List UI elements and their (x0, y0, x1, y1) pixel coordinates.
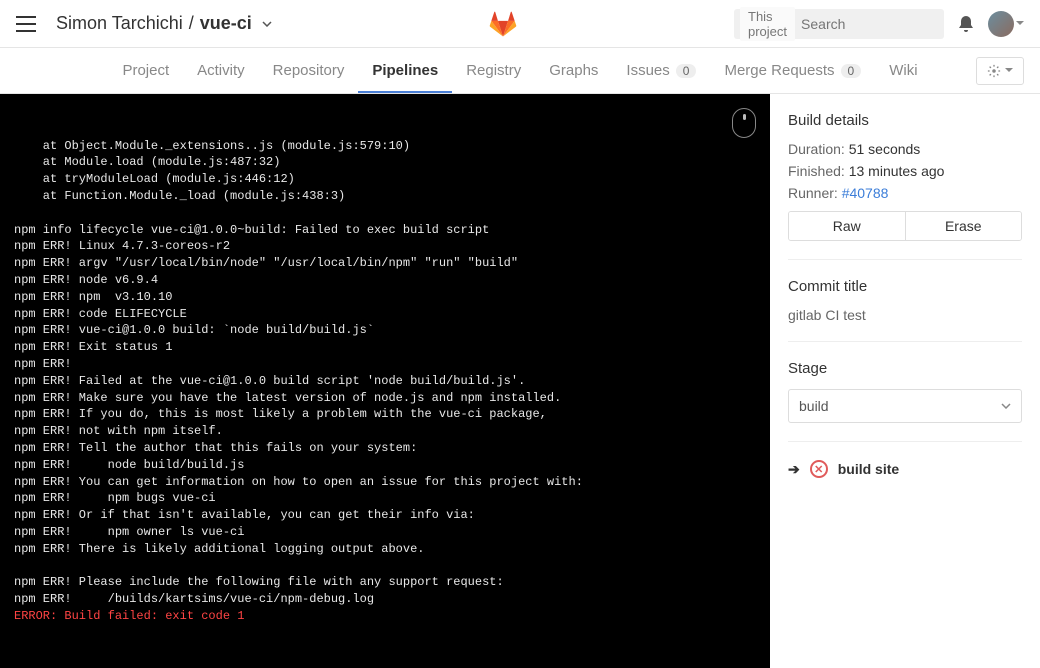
chevron-down-icon (262, 21, 272, 27)
breadcrumb-owner: Simon Tarchichi (56, 13, 183, 34)
runner-link[interactable]: #40788 (842, 185, 889, 201)
search-input[interactable] (801, 16, 982, 32)
bell-icon[interactable] (958, 15, 974, 33)
tab-repository[interactable]: Repository (259, 50, 359, 91)
build-details-title: Build details (788, 112, 1022, 129)
tab-issues[interactable]: Issues0 (612, 50, 710, 91)
nav-tabs: Project Activity Repository Pipelines Re… (0, 48, 1040, 94)
commit-title-heading: Commit title (788, 278, 1022, 295)
error-line: ERROR: Build failed: exit code 1 (14, 608, 756, 625)
breadcrumb-project: vue-ci (200, 13, 252, 34)
finished-value: 13 minutes ago (849, 163, 945, 179)
breadcrumb[interactable]: Simon Tarchichi / vue-ci (56, 13, 272, 34)
tab-merge-requests[interactable]: Merge Requests0 (710, 50, 875, 91)
settings-dropdown[interactable] (976, 57, 1024, 85)
failed-status-icon: ✕ (810, 460, 828, 478)
gitlab-logo[interactable] (489, 10, 517, 38)
duration-value: 51 seconds (849, 141, 921, 157)
tab-project[interactable]: Project (108, 50, 183, 91)
scroll-top-button[interactable] (732, 108, 756, 138)
search-scope: This project (740, 7, 795, 41)
chevron-down-icon (1001, 403, 1011, 409)
tab-graphs[interactable]: Graphs (535, 50, 612, 91)
stage-select[interactable]: build (788, 389, 1022, 423)
tab-registry[interactable]: Registry (452, 50, 535, 91)
build-log: at Object.Module._extensions..js (module… (0, 94, 770, 668)
commit-message: gitlab CI test (788, 307, 1022, 323)
build-name: build site (838, 461, 899, 477)
gear-icon (987, 64, 1001, 78)
erase-button[interactable]: Erase (906, 212, 1022, 240)
tab-wiki[interactable]: Wiki (875, 50, 931, 91)
stage-heading: Stage (788, 360, 1022, 377)
caret-down-icon (1016, 21, 1024, 26)
tab-activity[interactable]: Activity (183, 50, 259, 91)
build-item[interactable]: ➔ ✕ build site (788, 460, 1022, 478)
search-box[interactable]: This project (734, 9, 944, 39)
avatar (988, 11, 1014, 37)
tab-pipelines[interactable]: Pipelines (358, 50, 452, 93)
arrow-right-icon: ➔ (788, 461, 800, 478)
caret-down-icon (1005, 68, 1013, 73)
hamburger-menu[interactable] (16, 16, 36, 32)
user-menu[interactable] (988, 11, 1024, 37)
raw-button[interactable]: Raw (789, 212, 906, 240)
